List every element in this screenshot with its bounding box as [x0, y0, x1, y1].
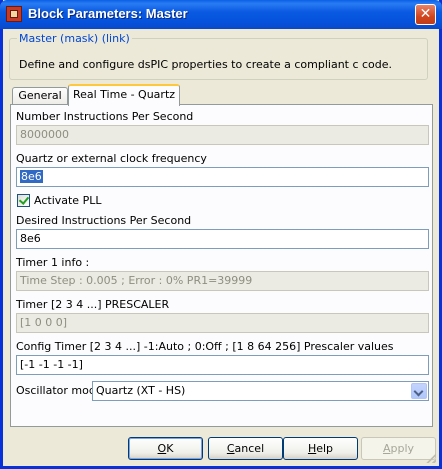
cancel-button[interactable]: Cancel [208, 437, 283, 460]
timer1-field: Time Step : 0.005 ; Error : 0% PR1=39999 [16, 271, 429, 291]
help-mnemonic: H [307, 442, 317, 455]
tab-general[interactable]: General [12, 87, 68, 105]
help-label-rest: elp [316, 442, 334, 455]
nips-field: 8000000 [16, 125, 429, 145]
help-button[interactable]: Help [283, 437, 358, 460]
apply-label-rest: pply [390, 442, 415, 455]
oscillator-mode-value: Quartz (XT - HS) [96, 384, 186, 397]
config-timer-label: Config Timer [2 3 4 ...] -1:Auto ; 0:Off… [16, 340, 394, 353]
quartz-value: 8e6 [20, 170, 43, 183]
chevron-down-icon[interactable] [411, 383, 427, 399]
oscillator-mode-label: Oscillator mode [16, 384, 103, 397]
cancel-label-rest: ancel [234, 442, 265, 455]
activate-pll-checkbox[interactable] [17, 194, 30, 207]
apply-button: Apply [361, 437, 436, 460]
dips-field[interactable]: 8e6 [16, 229, 429, 249]
activate-pll-label[interactable]: Activate PLL [34, 194, 101, 207]
config-timer-field[interactable]: [-1 -1 -1 -1] [16, 355, 429, 375]
ok-label-rest: K [166, 442, 174, 455]
simulink-block-icon [6, 6, 22, 22]
close-button[interactable]: ✕ [415, 4, 436, 25]
cancel-mnemonic: C [226, 442, 235, 455]
quartz-field[interactable]: 8e6 [16, 167, 429, 187]
window-title: Block Parameters: Master [28, 6, 188, 21]
prescaler-label: Timer [2 3 4 ...] PRESCALER [16, 298, 170, 311]
timer1-label: Timer 1 info : [16, 256, 90, 269]
oscillator-mode-select[interactable]: Quartz (XT - HS) [92, 381, 429, 401]
dips-label: Desired Instructions Per Second [16, 214, 192, 227]
apply-mnemonic: A [382, 442, 391, 455]
mask-legend: Master (mask) (link) [17, 32, 132, 45]
title-bar[interactable]: Block Parameters: Master ✕ [0, 0, 442, 29]
tab-real-time-quartz[interactable]: Real Time - Quartz [68, 84, 180, 106]
block-parameters-dialog: Block Parameters: Master ✕ Master (mask)… [0, 0, 442, 469]
prescaler-field: [1 0 0 0] [16, 313, 429, 333]
ok-button[interactable]: OK [128, 437, 203, 460]
ok-mnemonic: O [157, 442, 167, 455]
quartz-label: Quartz or external clock frequency [16, 152, 207, 165]
mask-description: Define and configure dsPIC properties to… [19, 58, 393, 71]
mask-description-group: Master (mask) (link) Define and configur… [9, 32, 428, 80]
nips-label: Number Instructions Per Second [16, 110, 194, 123]
